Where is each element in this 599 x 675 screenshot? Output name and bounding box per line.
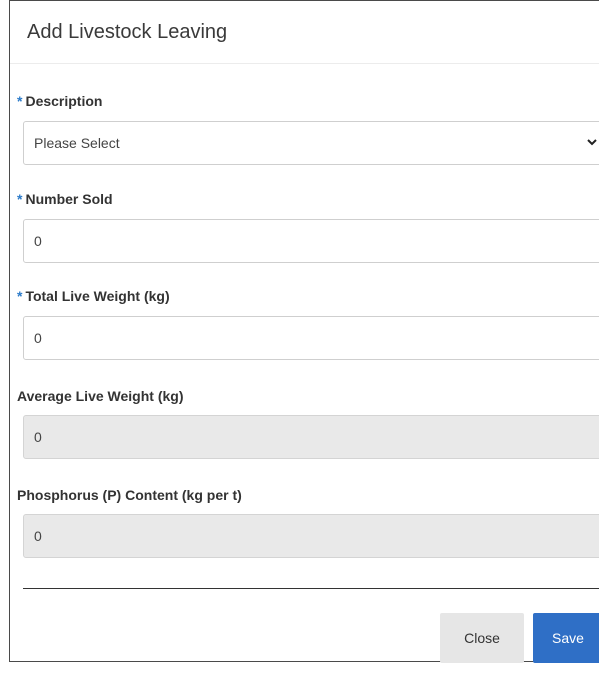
save-button[interactable]: Save bbox=[533, 613, 599, 663]
description-select-value: Please Select bbox=[34, 135, 120, 151]
total-live-weight-label: * Total Live Weight (kg) bbox=[17, 287, 170, 305]
required-marker: * bbox=[17, 288, 23, 304]
description-select[interactable]: Please Select bbox=[23, 121, 599, 165]
chevron-down-icon bbox=[587, 139, 597, 146]
dialog-header: Add Livestock Leaving bbox=[10, 1, 599, 64]
average-live-weight-input: 0 bbox=[23, 415, 599, 459]
close-button[interactable]: Close bbox=[440, 613, 524, 663]
footer-divider bbox=[23, 588, 599, 589]
phosphorus-content-value: 0 bbox=[34, 528, 42, 544]
required-marker: * bbox=[17, 93, 23, 109]
total-live-weight-value: 0 bbox=[34, 330, 42, 346]
phosphorus-content-label: Phosphorus (P) Content (kg per t) bbox=[17, 486, 242, 504]
total-live-weight-input[interactable]: 0 bbox=[23, 316, 599, 360]
phosphorus-content-label-text: Phosphorus (P) Content (kg per t) bbox=[17, 487, 242, 503]
description-label: * Description bbox=[17, 92, 102, 110]
description-label-text: Description bbox=[25, 93, 103, 109]
number-sold-input[interactable]: 0 bbox=[23, 219, 599, 263]
number-sold-value: 0 bbox=[34, 233, 42, 249]
average-live-weight-label: Average Live Weight (kg) bbox=[17, 387, 183, 405]
total-live-weight-label-text: Total Live Weight (kg) bbox=[25, 288, 170, 304]
required-marker: * bbox=[17, 191, 23, 207]
average-live-weight-value: 0 bbox=[34, 429, 42, 445]
number-sold-label-text: Number Sold bbox=[25, 191, 113, 207]
dialog-title: Add Livestock Leaving bbox=[27, 21, 228, 43]
number-sold-label: * Number Sold bbox=[17, 190, 113, 208]
average-live-weight-label-text: Average Live Weight (kg) bbox=[17, 388, 184, 404]
phosphorus-content-input: 0 bbox=[23, 514, 599, 558]
